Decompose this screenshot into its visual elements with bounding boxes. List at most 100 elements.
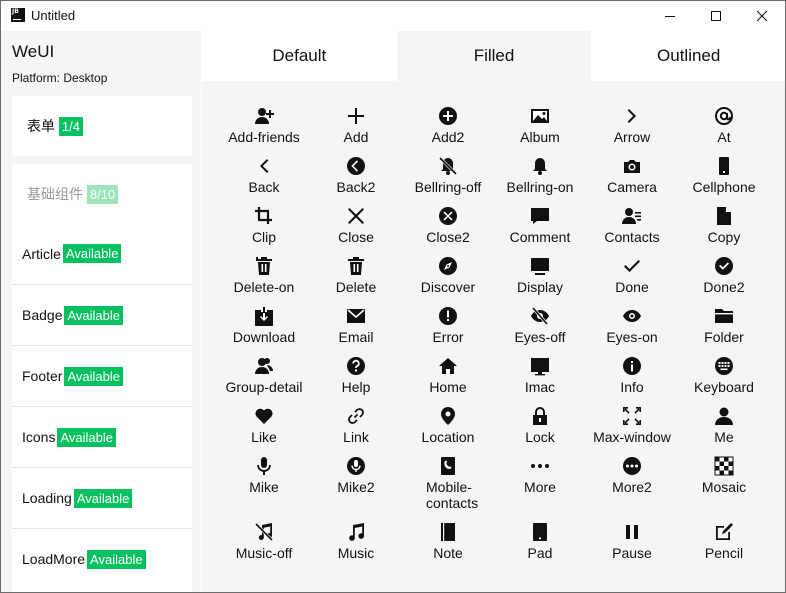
icon-tile-info[interactable]: Info	[586, 353, 678, 403]
mike2-icon	[345, 455, 367, 477]
add2-icon	[437, 105, 459, 127]
tab-filled[interactable]: Filled	[396, 31, 592, 81]
icon-tile-mobile-contacts[interactable]: Mobile-contacts	[402, 453, 494, 519]
icon-tile-bellring-on[interactable]: Bellring-on	[494, 153, 586, 203]
icon-tile-cellphone[interactable]: Cellphone	[678, 153, 770, 203]
more2-icon	[621, 455, 643, 477]
sidebar: WeUI Platform: Desktop 表单 1/4 基础组件 8/10 …	[1, 31, 201, 592]
icon-label: Info	[620, 379, 644, 395]
icon-label: Contacts	[604, 229, 660, 245]
imac-icon	[529, 355, 551, 377]
icon-tile-error[interactable]: Error	[402, 303, 494, 353]
pencil-icon	[713, 521, 735, 543]
sidebar-item-icons[interactable]: Icons Available	[12, 406, 192, 467]
icon-tile-folder[interactable]: Folder	[678, 303, 770, 353]
icon-tile-at[interactable]: At	[678, 103, 770, 153]
app-window: JB Untitled WeUI Platform: Desktop 表单 1/…	[0, 0, 786, 593]
icon-tile-mike2[interactable]: Mike2	[310, 453, 402, 519]
close-window-button[interactable]	[739, 1, 785, 31]
icon-tile-add-friends[interactable]: Add-friends	[218, 103, 310, 153]
icon-tile-camera[interactable]: Camera	[586, 153, 678, 203]
sidebar-item-loadmore[interactable]: LoadMore Available	[12, 528, 192, 589]
icon-tile-discover[interactable]: Discover	[402, 253, 494, 303]
form-group-header[interactable]: 表单 1/4	[27, 116, 83, 136]
icon-tile-clip[interactable]: Clip	[218, 203, 310, 253]
icon-tile-like[interactable]: Like	[218, 403, 310, 453]
icon-tile-pad[interactable]: Pad	[494, 519, 586, 569]
tab-default[interactable]: Default	[202, 31, 397, 81]
error-icon	[437, 305, 459, 327]
form-group-card[interactable]: 表单 1/4	[12, 96, 192, 156]
icon-tile-eyes-on[interactable]: Eyes-on	[586, 303, 678, 353]
icon-tile-comment[interactable]: Comment	[494, 203, 586, 253]
icon-label: Pencil	[704, 545, 744, 561]
icon-tile-download[interactable]: Download	[218, 303, 310, 353]
icon-tile-location[interactable]: Location	[402, 403, 494, 453]
icon-tile-display[interactable]: Display	[494, 253, 586, 303]
icon-tile-pause[interactable]: Pause	[586, 519, 678, 569]
icon-label: Delete-on	[233, 279, 295, 295]
icon-tile-email[interactable]: Email	[310, 303, 402, 353]
icon-tile-music-off[interactable]: Music-off	[218, 519, 310, 569]
icon-tile-close[interactable]: Close	[310, 203, 402, 253]
icon-tile-copy[interactable]: Copy	[678, 203, 770, 253]
icon-tile-album[interactable]: Album	[494, 103, 586, 153]
sidebar-item-footer[interactable]: Footer Available	[12, 345, 192, 406]
icon-tile-more2[interactable]: More2	[586, 453, 678, 519]
icon-tile-music[interactable]: Music	[310, 519, 402, 569]
music-icon	[345, 521, 367, 543]
add-icon	[345, 105, 367, 127]
sidebar-item-label: Loading	[22, 490, 72, 506]
basic-group-header[interactable]: 基础组件 8/10	[27, 184, 119, 204]
basic-group-label: 基础组件	[27, 186, 83, 202]
icon-tile-more[interactable]: More	[494, 453, 586, 519]
icon-label: Imac	[524, 379, 556, 395]
icon-tile-done2[interactable]: Done2	[678, 253, 770, 303]
home-icon	[437, 355, 459, 377]
back-icon	[253, 155, 275, 177]
icon-tile-note[interactable]: Note	[402, 519, 494, 569]
icon-tile-back2[interactable]: Back2	[310, 153, 402, 203]
icon-tile-pencil[interactable]: Pencil	[678, 519, 770, 569]
icon-label: Copy	[707, 229, 741, 245]
maximize-button[interactable]	[693, 1, 739, 31]
icon-tile-me[interactable]: Me	[678, 403, 770, 453]
icon-tile-arrow[interactable]: Arrow	[586, 103, 678, 153]
tab-outlined[interactable]: Outlined	[591, 31, 785, 81]
icon-tile-link[interactable]: Link	[310, 403, 402, 453]
icon-tile-delete[interactable]: Delete	[310, 253, 402, 303]
icon-tile-back[interactable]: Back	[218, 153, 310, 203]
icon-tile-mosaic[interactable]: Mosaic	[678, 453, 770, 519]
sidebar-item-badge[interactable]: Badge Available	[12, 284, 192, 345]
icon-label: Add-friends	[228, 129, 300, 145]
status-badge: Available	[87, 549, 146, 569]
icon-tile-group-detail[interactable]: Group-detail	[218, 353, 310, 403]
icon-tile-add[interactable]: Add	[310, 103, 402, 153]
icon-tile-max-window[interactable]: Max-window	[586, 403, 678, 453]
icon-label: Error	[432, 329, 464, 345]
icon-tile-help[interactable]: Help	[310, 353, 402, 403]
sidebar-scrollbar[interactable]	[193, 31, 201, 592]
icon-tile-eyes-off[interactable]: Eyes-off	[494, 303, 586, 353]
icon-label: At	[717, 129, 731, 145]
icon-tile-bellring-off[interactable]: Bellring-off	[402, 153, 494, 203]
comment-icon	[529, 205, 551, 227]
icon-tile-close2[interactable]: Close2	[402, 203, 494, 253]
icon-tile-delete-on[interactable]: Delete-on	[218, 253, 310, 303]
sidebar-item-loading[interactable]: Loading Available	[12, 467, 192, 528]
icon-tile-keyboard[interactable]: Keyboard	[678, 353, 770, 403]
icon-tile-contacts[interactable]: Contacts	[586, 203, 678, 253]
like-icon	[253, 405, 275, 427]
icon-grid: Add-friends Add Add2 Album Arrow At Back Back2 B…	[218, 103, 770, 569]
minimize-button[interactable]	[647, 1, 693, 31]
icon-label: Location	[421, 429, 475, 445]
icon-tile-mike[interactable]: Mike	[218, 453, 310, 519]
keyboard-icon	[713, 355, 735, 377]
icon-tile-home[interactable]: Home	[402, 353, 494, 403]
icon-tile-imac[interactable]: Imac	[494, 353, 586, 403]
icon-tile-done[interactable]: Done	[586, 253, 678, 303]
icon-tile-lock[interactable]: Lock	[494, 403, 586, 453]
icon-tile-add2[interactable]: Add2	[402, 103, 494, 153]
app-logo-icon: JB	[11, 8, 25, 22]
sidebar-item-article[interactable]: Article Available	[12, 223, 192, 284]
